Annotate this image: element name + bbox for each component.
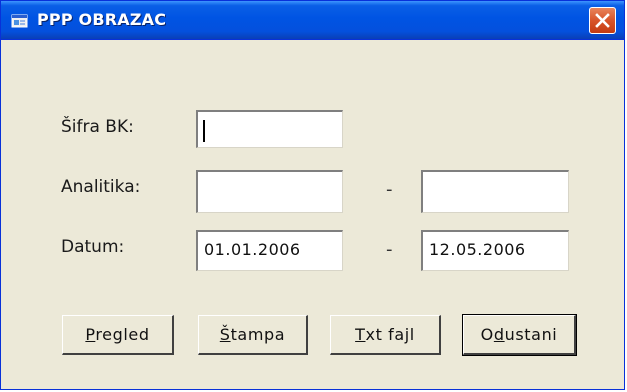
analitika-to-input[interactable] (421, 170, 569, 213)
analitika-range-separator: - (386, 179, 393, 200)
pregled-accel: P (85, 325, 96, 344)
datum-range-separator: - (386, 239, 393, 260)
analitika-label: Analitika: (61, 177, 141, 197)
txt-fajl-accel: T (355, 325, 366, 344)
odustani-label-pre: O (480, 325, 494, 344)
txt-fajl-button[interactable]: Txt fajl (330, 315, 441, 355)
close-button[interactable] (589, 7, 616, 34)
stampa-label-rest: tampa (230, 325, 286, 344)
datum-from-input[interactable]: 01.01.2006 (196, 230, 343, 271)
pregled-button[interactable]: Pregled (62, 315, 174, 355)
odustani-label-rest: ustani (504, 325, 558, 344)
odustani-button[interactable]: Odustani (462, 314, 577, 356)
close-icon (595, 13, 610, 28)
title-bar[interactable]: PPP OBRAZAC (1, 1, 624, 40)
datum-to-input[interactable]: 12.05.2006 (421, 230, 569, 271)
txt-fajl-label-rest: xt fajl (365, 325, 415, 344)
odustani-accel: d (493, 325, 505, 344)
text-caret (203, 120, 205, 142)
stampa-button[interactable]: Štampa (198, 315, 308, 355)
stampa-accel: Š (219, 325, 231, 344)
window-title: PPP OBRAZAC (37, 10, 167, 29)
dialog-window: PPP OBRAZAC Šifra BK: Analitika: - Datum… (0, 0, 625, 390)
window-app-icon (11, 14, 28, 28)
sifra-bk-label: Šifra BK: (61, 117, 134, 137)
datum-label: Datum: (61, 237, 125, 257)
pregled-label-rest: regled (95, 325, 150, 344)
sifra-bk-input[interactable] (196, 110, 343, 148)
analitika-from-input[interactable] (196, 170, 343, 213)
